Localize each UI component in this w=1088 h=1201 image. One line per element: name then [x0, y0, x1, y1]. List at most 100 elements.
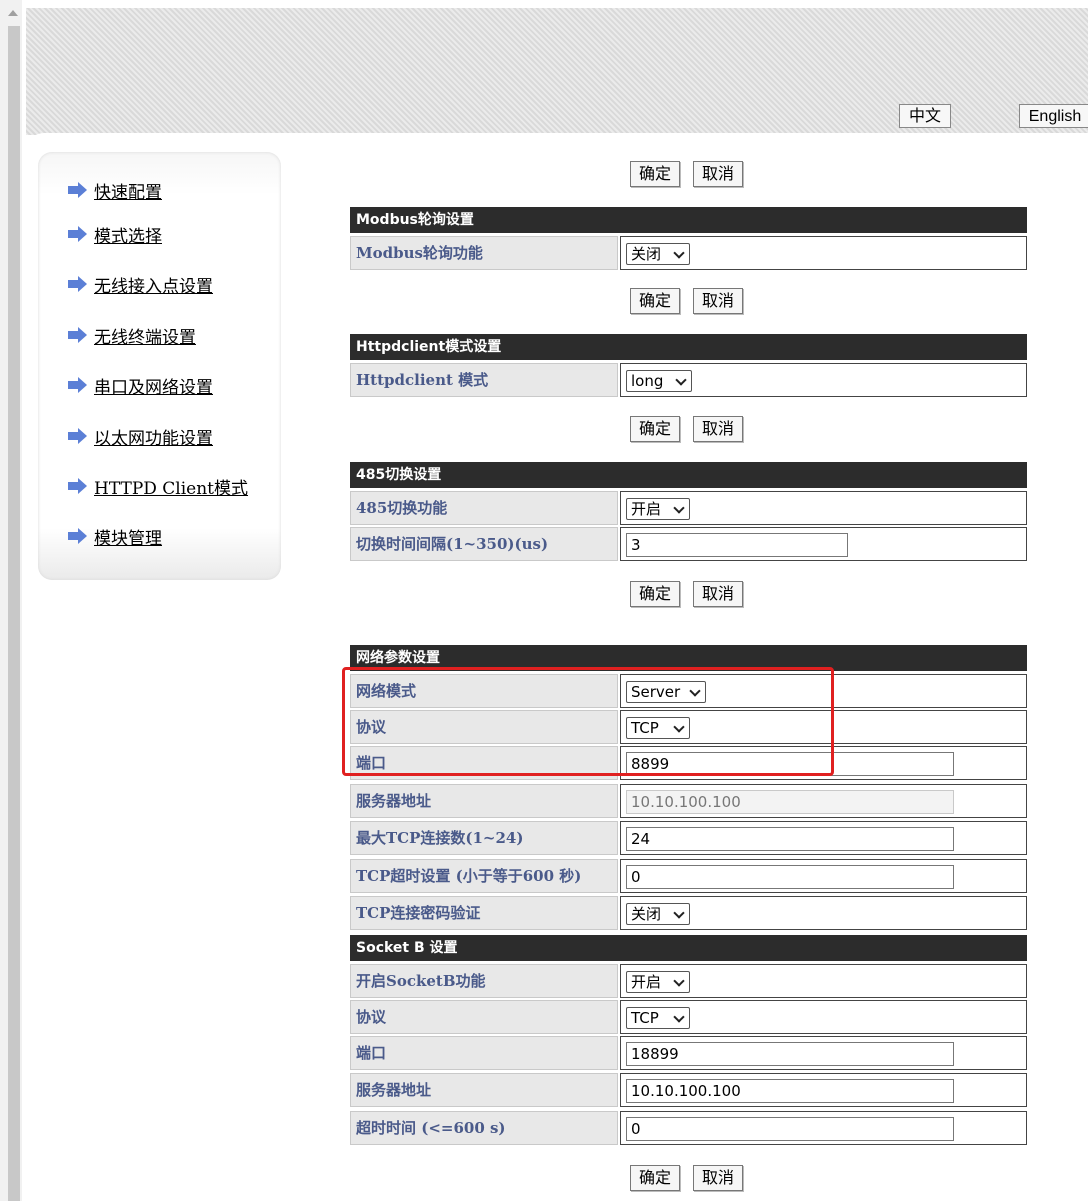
sidebar-link[interactable]: 无线接入点设置 [94, 272, 213, 297]
sidebar-item-httpd-client[interactable]: HTTPD Client模式 [68, 474, 248, 499]
arrow-right-icon [68, 226, 88, 242]
network-timeout-row: TCP超时设置 (小于等于600 秒) 0 [350, 859, 1027, 893]
field-value-cell: 3 [620, 527, 1027, 561]
sidebar-item-ap-settings[interactable]: 无线接入点设置 [68, 272, 213, 297]
cancel-button[interactable]: 取消 [693, 581, 744, 607]
network-port-row: 端口 8899 [350, 746, 1027, 780]
socketb-port-row: 端口 18899 [350, 1036, 1027, 1070]
scroll-up-icon[interactable] [8, 10, 18, 16]
sidebar-item-quick-config[interactable]: 快速配置 [68, 178, 162, 203]
scrollbar[interactable] [0, 0, 22, 1201]
field-label: 网络模式 [350, 674, 618, 708]
field-label: Httpdclient 模式 [350, 363, 618, 397]
arrow-right-icon [68, 478, 88, 494]
socketb-timeout-input[interactable]: 0 [626, 1117, 954, 1141]
rs485-switch-select[interactable]: 开启 [626, 498, 690, 520]
sidebar-menu: 快速配置 模式选择 无线接入点设置 无线终端设置 串口及网络设置 以太网功能设置… [38, 152, 281, 580]
network-mode-select[interactable]: Server [626, 681, 706, 703]
confirm-button[interactable]: 确定 [630, 581, 681, 607]
section-header-network: 网络参数设置 [350, 645, 1027, 671]
field-value-cell: 24 [620, 821, 1027, 855]
field-value-cell: 开启 [620, 964, 1027, 998]
field-value-cell: 10.10.100.100 [620, 784, 1027, 818]
field-label: 端口 [350, 1036, 618, 1070]
field-label: 端口 [350, 746, 618, 780]
network-protocol-select[interactable]: TCP [626, 717, 690, 739]
field-label: Modbus轮询功能 [350, 236, 618, 270]
sidebar-link[interactable]: 串口及网络设置 [94, 373, 213, 398]
sidebar-link[interactable]: 无线终端设置 [94, 323, 196, 348]
button-row: 确定 取消 [630, 288, 744, 316]
chinese-language-button[interactable]: 中文 [899, 104, 951, 128]
field-label: TCP超时设置 (小于等于600 秒) [350, 859, 618, 893]
field-value-cell: 关闭 [620, 236, 1027, 270]
sidebar-link[interactable]: HTTPD Client模式 [94, 474, 248, 499]
field-label: 切换时间间隔(1~350)(us) [350, 527, 618, 561]
socketb-server-input[interactable]: 10.10.100.100 [626, 1079, 954, 1103]
arrow-right-icon [68, 327, 88, 343]
field-label: 服务器地址 [350, 784, 618, 818]
sidebar-item-sta-settings[interactable]: 无线终端设置 [68, 323, 196, 348]
httpd-mode-row: Httpdclient 模式 long [350, 363, 1027, 397]
button-row: 确定 取消 [630, 161, 744, 189]
sidebar-link[interactable]: 模式选择 [94, 222, 162, 247]
cancel-button[interactable]: 取消 [693, 416, 744, 442]
section-header-httpd: Httpdclient模式设置 [350, 334, 1027, 360]
field-label: 最大TCP连接数(1~24) [350, 821, 618, 855]
httpd-mode-select[interactable]: long [626, 370, 692, 392]
button-row: 确定 取消 [630, 1165, 744, 1193]
arrow-right-icon [68, 276, 88, 292]
network-port-input[interactable]: 8899 [626, 752, 954, 776]
cancel-button[interactable]: 取消 [693, 1165, 744, 1191]
socketb-protocol-row: 协议 TCP [350, 1000, 1027, 1034]
cancel-button[interactable]: 取消 [693, 161, 744, 187]
field-value-cell: TCP [620, 1000, 1027, 1034]
field-label: 485切换功能 [350, 491, 618, 525]
sidebar-item-serial-network[interactable]: 串口及网络设置 [68, 373, 213, 398]
socketb-enable-row: 开启SocketB功能 开启 [350, 964, 1027, 998]
field-label: 协议 [350, 1000, 618, 1034]
confirm-button[interactable]: 确定 [630, 416, 681, 442]
arrow-right-icon [68, 428, 88, 444]
field-value-cell: 关闭 [620, 896, 1027, 930]
sidebar-link[interactable]: 以太网功能设置 [94, 424, 213, 449]
network-server-row: 服务器地址 10.10.100.100 [350, 784, 1027, 818]
network-maxconn-input[interactable]: 24 [626, 827, 954, 851]
network-password-select[interactable]: 关闭 [626, 903, 690, 925]
modbus-poll-select[interactable]: 关闭 [626, 243, 690, 265]
arrow-right-icon [68, 182, 88, 198]
field-label: 超时时间 (<=600 s) [350, 1111, 618, 1145]
sidebar-item-mode-select[interactable]: 模式选择 [68, 222, 162, 247]
confirm-button[interactable]: 确定 [630, 1165, 681, 1191]
confirm-button[interactable]: 确定 [630, 288, 681, 314]
network-server-input: 10.10.100.100 [626, 790, 954, 814]
network-mode-row: 网络模式 Server [350, 674, 1027, 708]
sidebar-item-ethernet[interactable]: 以太网功能设置 [68, 424, 213, 449]
section-header-socketb: Socket B 设置 [350, 935, 1027, 961]
section-header-modbus: Modbus轮询设置 [350, 207, 1027, 233]
field-value-cell: Server [620, 674, 1027, 708]
english-language-button[interactable]: English [1019, 104, 1088, 128]
field-label: 开启SocketB功能 [350, 964, 618, 998]
scrollbar-thumb[interactable] [8, 26, 20, 1201]
section-header-485: 485切换设置 [350, 462, 1027, 488]
socketb-enable-select[interactable]: 开启 [626, 971, 690, 993]
socketb-port-input[interactable]: 18899 [626, 1042, 954, 1066]
arrow-right-icon [68, 377, 88, 393]
field-label: 服务器地址 [350, 1073, 618, 1107]
cancel-button[interactable]: 取消 [693, 288, 744, 314]
sidebar-item-module-manage[interactable]: 模块管理 [68, 524, 162, 549]
field-value-cell: TCP [620, 710, 1027, 744]
network-timeout-input[interactable]: 0 [626, 865, 954, 889]
sidebar-link[interactable]: 模块管理 [94, 524, 162, 549]
network-protocol-row: 协议 TCP [350, 710, 1027, 744]
field-value-cell: 18899 [620, 1036, 1027, 1070]
socketb-protocol-select[interactable]: TCP [626, 1007, 690, 1029]
rs485-switch-row: 485切换功能 开启 [350, 491, 1027, 525]
field-value-cell: 10.10.100.100 [620, 1073, 1027, 1107]
rs485-interval-input[interactable]: 3 [626, 533, 848, 557]
confirm-button[interactable]: 确定 [630, 161, 681, 187]
field-value-cell: 开启 [620, 491, 1027, 525]
field-value-cell: 0 [620, 1111, 1027, 1145]
sidebar-link[interactable]: 快速配置 [94, 178, 162, 203]
